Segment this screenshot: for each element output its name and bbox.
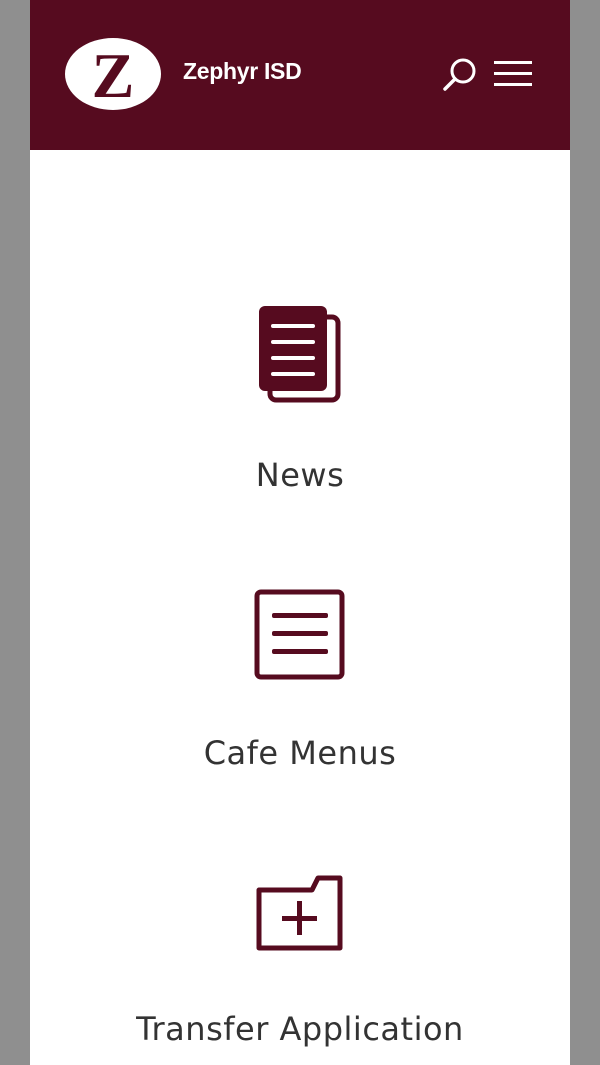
site-name[interactable]: Zephyr ISD bbox=[183, 58, 302, 85]
quick-link-transfer-application[interactable]: Transfer Application bbox=[30, 872, 570, 1065]
quick-link-label: News bbox=[255, 456, 345, 494]
quick-link-label: Transfer Application bbox=[136, 1010, 464, 1048]
folder-add-icon bbox=[256, 875, 343, 951]
logo-emblem: Z bbox=[65, 38, 161, 111]
search-icon bbox=[443, 58, 476, 91]
quick-link-label: Cafe Menus bbox=[203, 734, 397, 772]
quick-link-news[interactable]: News bbox=[30, 300, 570, 500]
documents-icon bbox=[259, 306, 341, 403]
hamburger-menu-icon bbox=[494, 61, 532, 86]
menu-list-icon bbox=[254, 589, 345, 680]
district-logo[interactable]: Z bbox=[64, 37, 162, 111]
search-button[interactable] bbox=[440, 54, 480, 94]
site-header: Z Zephyr ISD bbox=[30, 0, 570, 150]
logo-letter: Z bbox=[92, 40, 135, 111]
menu-button[interactable] bbox=[492, 56, 534, 92]
page: Z Zephyr ISD News Cafe Menus Transfer Ap… bbox=[30, 0, 570, 1065]
quick-link-cafe-menus[interactable]: Cafe Menus bbox=[30, 588, 570, 788]
